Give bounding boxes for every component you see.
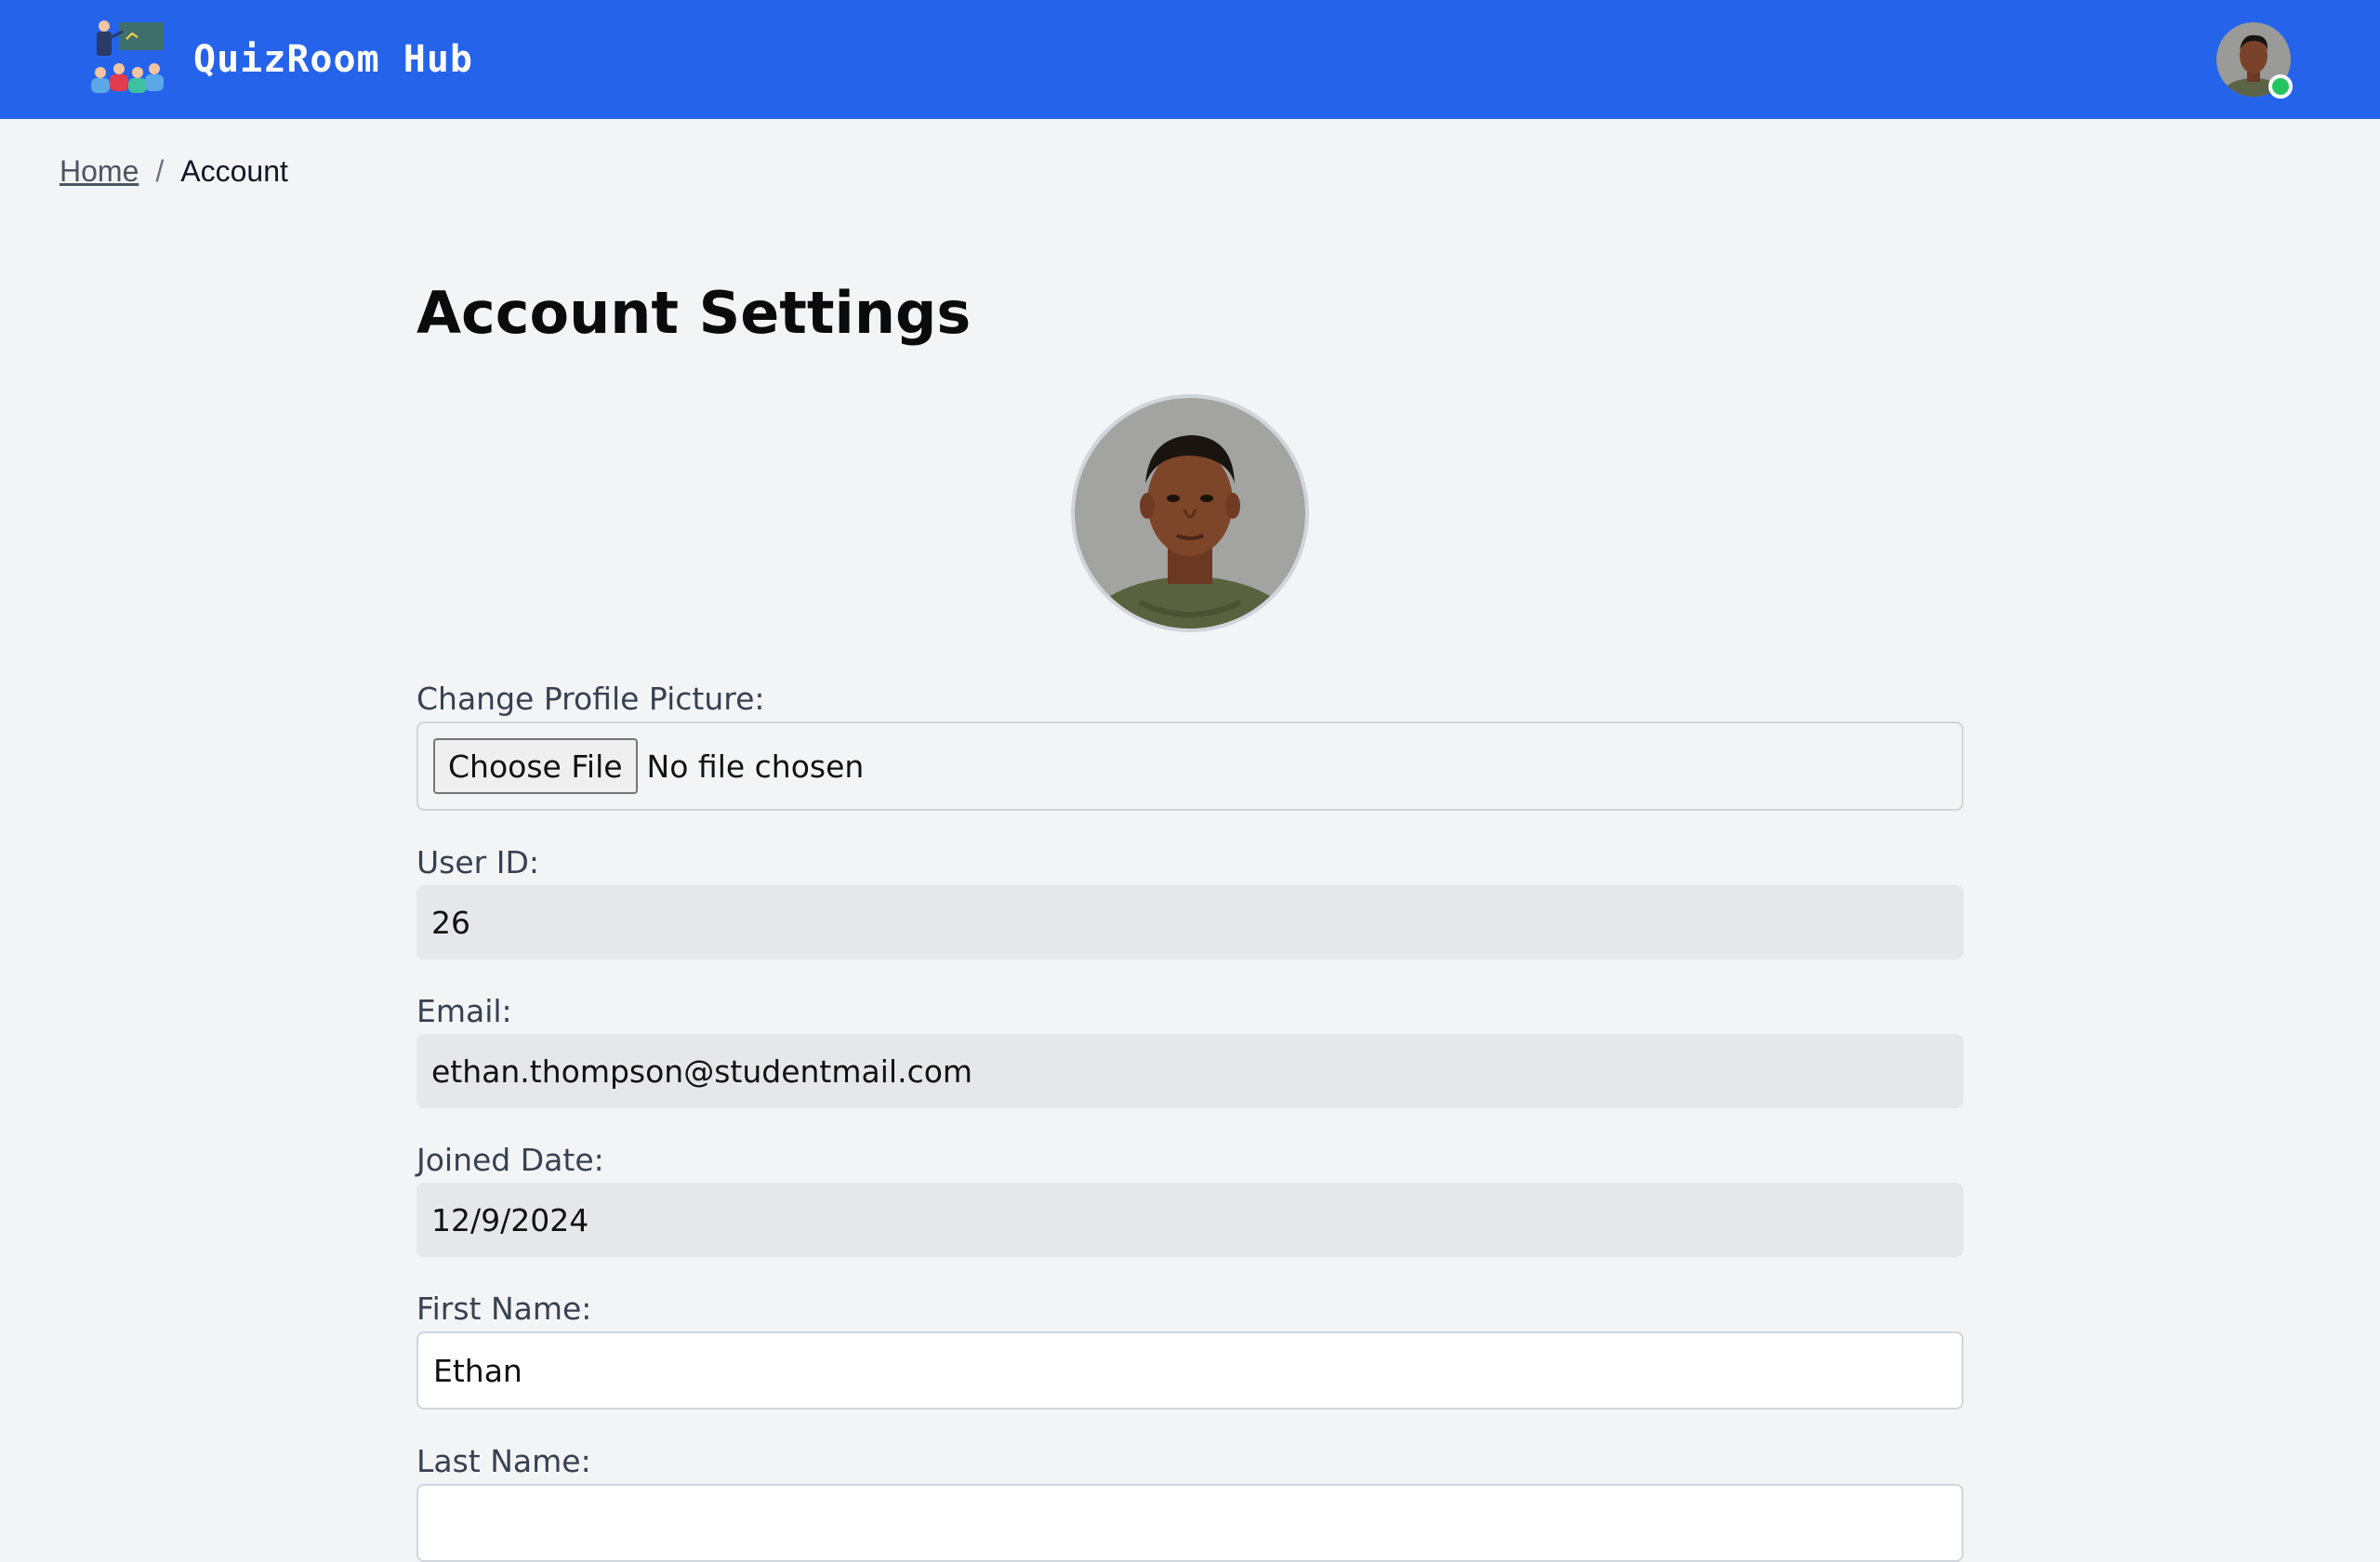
last-name-input[interactable] [416, 1484, 1964, 1562]
profile-picture-label: Change Profile Picture: [416, 681, 765, 717]
breadcrumb-home-link[interactable]: Home [60, 154, 139, 189]
joined-date-field: 12/9/2024 [416, 1183, 1964, 1257]
brand-link[interactable]: QuizRoom Hub [86, 19, 473, 100]
email-label: Email: [416, 993, 512, 1029]
joined-date-label: Joined Date: [416, 1142, 604, 1178]
last-name-label: Last Name: [416, 1443, 591, 1479]
profile-photo [1075, 398, 1305, 629]
classroom-teacher-icon [91, 20, 164, 93]
profile-picture-file-input[interactable]: Choose File No file chosen [416, 721, 1964, 811]
breadcrumb-current: Account [180, 153, 288, 188]
choose-file-button[interactable]: Choose File [433, 738, 638, 794]
breadcrumb: Home / Account [60, 149, 288, 193]
online-status-indicator [2268, 74, 2293, 99]
user-id-field: 26 [416, 885, 1964, 960]
email-field: ethan.thompson@studentmail.com [416, 1034, 1964, 1108]
page-title: Account Settings [416, 279, 972, 347]
file-status-text: No file chosen [646, 748, 865, 785]
user-id-label: User ID: [416, 844, 539, 880]
first-name-label: First Name: [416, 1291, 592, 1327]
profile-picture [1071, 394, 1309, 632]
first-name-input[interactable] [416, 1331, 1964, 1410]
top-navbar: QuizRoom Hub [0, 0, 2380, 119]
breadcrumb-separator: / [155, 153, 165, 188]
app-name: QuizRoom Hub [193, 38, 473, 81]
